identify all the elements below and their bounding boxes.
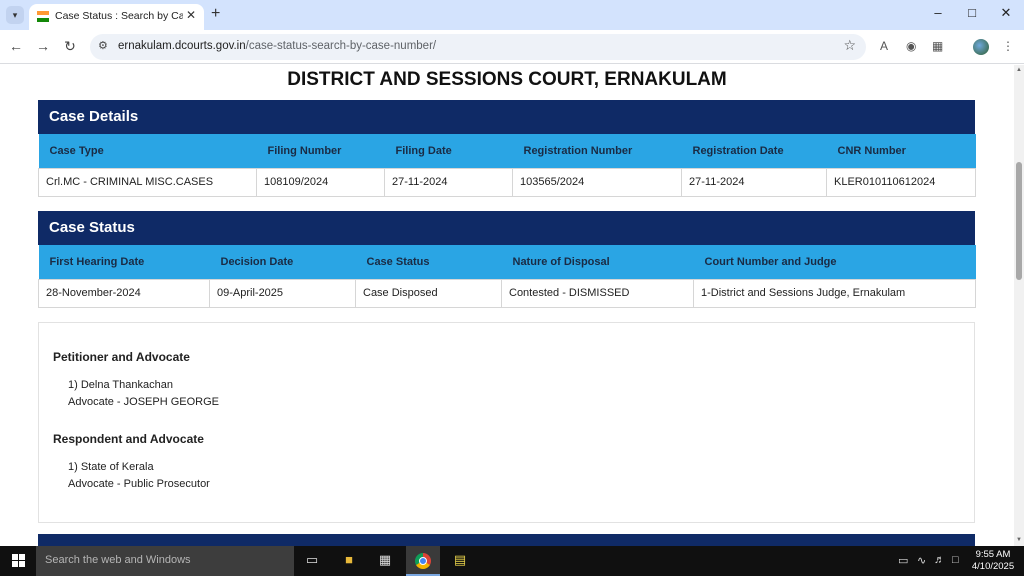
- tab-close-icon[interactable]: ✕: [186, 8, 196, 22]
- table-row: 28-November-2024 09-April-2025 Case Disp…: [38, 278, 976, 308]
- respondent-name: 1) State of Kerala: [68, 461, 154, 473]
- store-icon[interactable]: ▦: [374, 552, 396, 568]
- url-domain: ernakulam.dcourts.gov.in: [118, 40, 246, 52]
- table-row: Crl.MC - CRIMINAL MISC.CASES 108109/2024…: [38, 167, 976, 197]
- case-details-panel: Case Details Case Type Filing Number Fil…: [38, 100, 976, 197]
- browser-tab[interactable]: Case Status : Search by Case Nu ✕: [29, 4, 204, 30]
- table-cell: 28-November-2024: [38, 278, 210, 308]
- case-status-heading: Case Status: [38, 211, 975, 245]
- column-header: Case Type: [38, 134, 257, 168]
- minimize-button[interactable]: –: [928, 5, 948, 20]
- site-info-icon[interactable]: ⚙: [98, 39, 108, 52]
- column-header: Filing Number: [256, 134, 385, 168]
- tab-search-button[interactable]: ▾: [6, 6, 24, 24]
- table-cell: 108109/2024: [256, 167, 385, 197]
- column-header: CNR Number: [826, 134, 976, 168]
- address-toolbar: ← → ↻ ⚙ ernakulam.dcourts.gov.in/case-st…: [0, 30, 1024, 64]
- column-header: Registration Date: [681, 134, 827, 168]
- table-cell: KLER010110612024: [826, 167, 976, 197]
- notifications-icon[interactable]: □: [952, 554, 959, 566]
- app-icon[interactable]: ▤: [449, 552, 471, 568]
- file-explorer-icon[interactable]: ■: [338, 552, 360, 567]
- favicon-india-flag-icon: [37, 11, 49, 22]
- clock-date: 4/10/2025: [971, 561, 1015, 572]
- windows-start-icon[interactable]: [12, 554, 25, 567]
- task-view-icon[interactable]: ▭: [301, 552, 323, 568]
- tab-title: Case Status : Search by Case Nu: [55, 10, 183, 22]
- extensions-puzzle-icon[interactable]: ▦: [932, 39, 943, 53]
- battery-icon[interactable]: ▭: [898, 554, 908, 567]
- clock-time: 9:55 AM: [975, 549, 1011, 560]
- volume-icon[interactable]: ♬: [934, 554, 945, 566]
- vertical-scrollbar[interactable]: ▲ ▼: [1014, 65, 1024, 546]
- windows-taskbar: Search the web and Windows ▭ ■ ▦ ▤ ▭ ∿ ♬…: [0, 546, 1024, 576]
- scrollbar-thumb[interactable]: [1016, 162, 1022, 280]
- respondent-advocate: Advocate - Public Prosecutor: [68, 478, 210, 490]
- maximize-button[interactable]: □: [962, 5, 982, 20]
- back-button[interactable]: ←: [7, 38, 25, 54]
- petitioner-advocate: Advocate - JOSEPH GEORGE: [68, 396, 219, 408]
- case-status-panel: Case Status First Hearing Date Decision …: [38, 211, 976, 308]
- table-cell: 27-11-2024: [384, 167, 513, 197]
- bookmark-star-icon[interactable]: ☆: [843, 37, 856, 54]
- case-status-table: First Hearing Date Decision Date Case St…: [38, 245, 976, 308]
- scroll-down-icon[interactable]: ▼: [1016, 537, 1022, 543]
- petitioner-heading: Petitioner and Advocate: [53, 350, 190, 364]
- url-path: /case-status-search-by-case-number/: [245, 40, 437, 52]
- taskbar-search-input[interactable]: Search the web and Windows: [36, 546, 294, 576]
- column-header: Registration Number: [512, 134, 682, 168]
- extension-mouse-icon[interactable]: ◉: [906, 39, 916, 53]
- chrome-icon: [415, 553, 431, 569]
- respondent-heading: Respondent and Advocate: [53, 432, 204, 446]
- table-header-row: Case Type Filing Number Filing Date Regi…: [38, 134, 976, 168]
- next-panel-header: [38, 534, 975, 546]
- reload-button[interactable]: ↻: [61, 38, 79, 55]
- url-text: ernakulam.dcourts.gov.in/case-status-sea…: [118, 40, 436, 52]
- case-details-table: Case Type Filing Number Filing Date Regi…: [38, 134, 976, 197]
- extension-a-icon[interactable]: A: [880, 39, 888, 53]
- scroll-up-icon[interactable]: ▲: [1016, 67, 1022, 73]
- close-window-button[interactable]: ✕: [996, 5, 1016, 21]
- column-header: Filing Date: [384, 134, 513, 168]
- table-cell: 103565/2024: [512, 167, 682, 197]
- page-content: DISTRICT AND SESSIONS COURT, ERNAKULAM C…: [0, 65, 1014, 546]
- column-header: Case Status: [355, 245, 502, 279]
- new-tab-button[interactable]: +: [211, 5, 220, 23]
- column-header: Decision Date: [209, 245, 356, 279]
- forward-button[interactable]: →: [34, 38, 52, 54]
- column-header: First Hearing Date: [38, 245, 210, 279]
- table-cell: Crl.MC - CRIMINAL MISC.CASES: [38, 167, 257, 197]
- profile-avatar[interactable]: [973, 39, 989, 55]
- court-title: DISTRICT AND SESSIONS COURT, ERNAKULAM: [287, 69, 727, 90]
- table-cell: 09-April-2025: [209, 278, 356, 308]
- column-header: Nature of Disposal: [501, 245, 694, 279]
- petitioner-name: 1) Delna Thankachan: [68, 379, 173, 391]
- address-bar[interactable]: ⚙ ernakulam.dcourts.gov.in/case-status-s…: [90, 34, 866, 60]
- system-clock[interactable]: 9:55 AM 4/10/2025: [968, 549, 1018, 573]
- table-header-row: First Hearing Date Decision Date Case St…: [38, 245, 976, 279]
- browser-tab-bar: ▾ Case Status : Search by Case Nu ✕ + – …: [0, 0, 1024, 30]
- table-cell: 27-11-2024: [681, 167, 827, 197]
- table-cell: Case Disposed: [355, 278, 502, 308]
- search-placeholder: Search the web and Windows: [45, 554, 191, 566]
- parties-section: Petitioner and Advocate 1) Delna Thankac…: [38, 322, 975, 523]
- menu-kebab-icon[interactable]: ⋮: [1002, 39, 1014, 53]
- wifi-icon[interactable]: ∿: [917, 554, 926, 567]
- table-cell: Contested - DISMISSED: [501, 278, 694, 308]
- case-details-heading: Case Details: [38, 100, 975, 134]
- column-header: Court Number and Judge: [693, 245, 976, 279]
- table-cell: 1-District and Sessions Judge, Ernakulam: [693, 278, 976, 308]
